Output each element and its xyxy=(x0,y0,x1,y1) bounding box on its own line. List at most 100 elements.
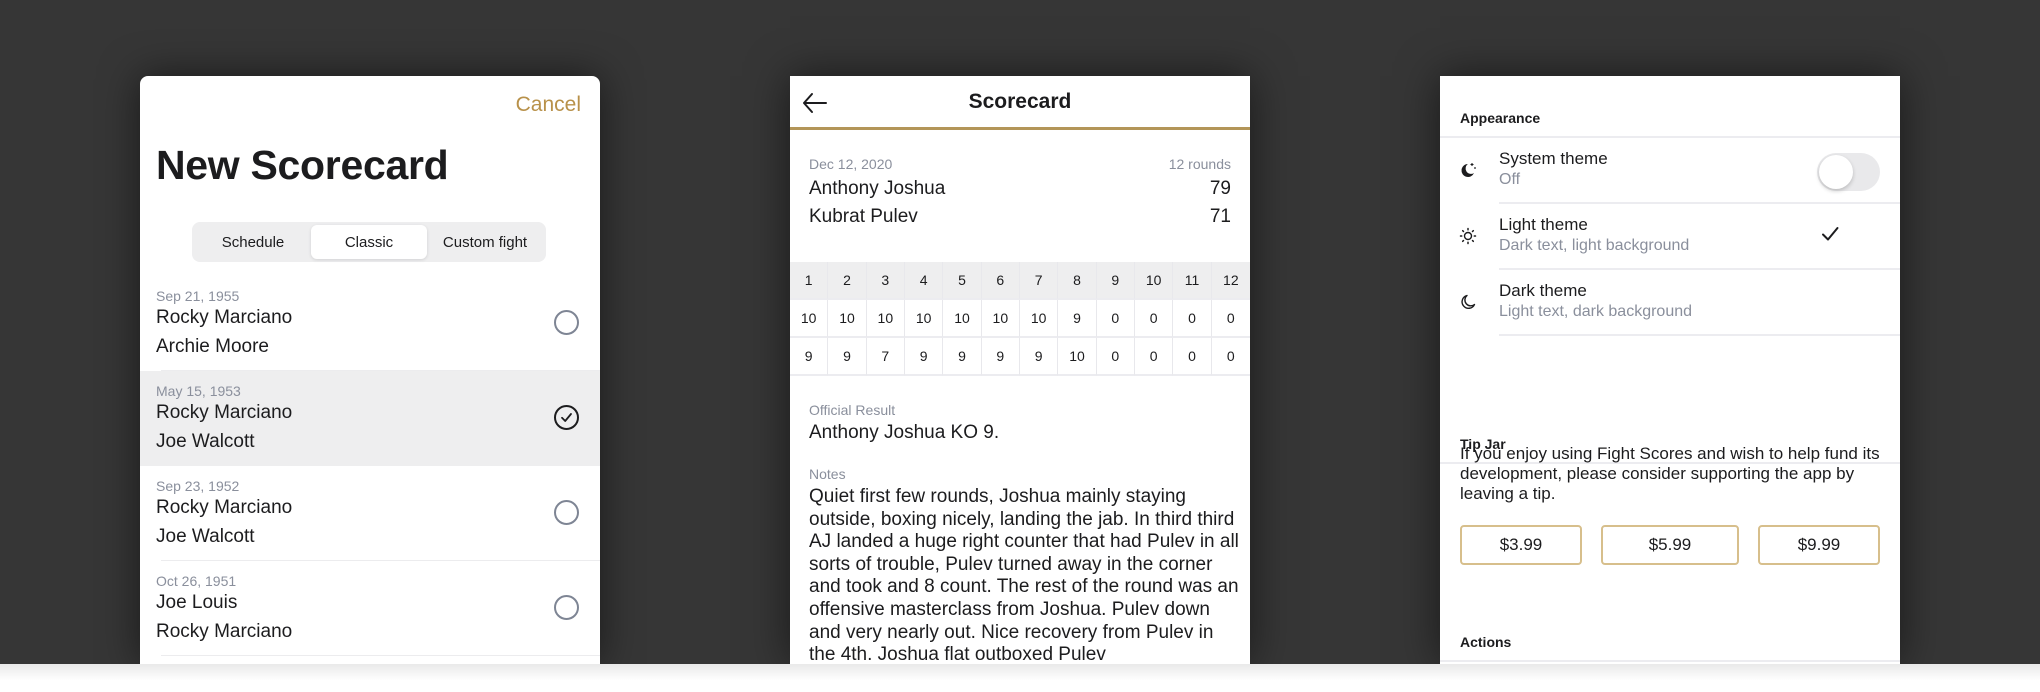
fighter-a: Rocky Marciano xyxy=(156,497,293,518)
tip-button-small[interactable]: $3.99 xyxy=(1460,525,1582,565)
appearance-header-label: Appearance xyxy=(1460,110,1541,126)
page-title: New Scorecard xyxy=(156,142,449,188)
round-number-cell: 4 xyxy=(904,262,944,300)
fighter-b: Joe Walcott xyxy=(156,431,255,452)
setting-title: System theme xyxy=(1499,149,1608,168)
rounds-count: 12 rounds xyxy=(1168,156,1231,172)
round-number-cell: 3 xyxy=(866,262,905,300)
fighter-2-round-score[interactable]: 7 xyxy=(866,338,905,376)
sun-icon xyxy=(1459,227,1477,245)
radio-unselected-icon[interactable] xyxy=(554,500,579,525)
fight-date: Dec 12, 2020 xyxy=(809,156,893,172)
fighter-2-round-score[interactable]: 0 xyxy=(1134,338,1174,376)
actions-header-label: Actions xyxy=(1460,634,1512,650)
round-number-cell: 2 xyxy=(828,262,867,300)
round-number-cell: 9 xyxy=(1096,262,1135,300)
fighter-2-round-score[interactable]: 0 xyxy=(1211,338,1250,376)
radio-checked-icon[interactable] xyxy=(554,405,579,430)
fight-list-item[interactable]: Sep 23, 1952 Rocky Marciano Joe Walcott xyxy=(140,466,600,561)
fighter-2-round-score[interactable]: 9 xyxy=(904,338,944,376)
backdrop: Cancel New Scorecard Schedule Classic Cu… xyxy=(0,0,2040,664)
fighter-b: Archie Moore xyxy=(156,336,269,357)
fighter-2-round-score[interactable]: 9 xyxy=(943,338,982,376)
appearance-section-header: Appearance xyxy=(1440,76,1900,138)
fight-list-item[interactable]: Oct 26, 1951 Joe Louis Rocky Marciano xyxy=(140,561,600,656)
fighter-2-round-score[interactable]: 9 xyxy=(828,338,867,376)
tip-button-large[interactable]: $9.99 xyxy=(1758,525,1880,565)
fighter-b: Joe Walcott xyxy=(156,526,255,547)
setting-light-theme[interactable]: Light theme Dark text, light background xyxy=(1440,204,1900,270)
toggle-knob xyxy=(1819,155,1853,189)
fight-date: May 15, 1953 xyxy=(156,383,241,399)
round-number-cell: 7 xyxy=(1019,262,1059,300)
fighter-1-name: Anthony Joshua xyxy=(809,178,946,199)
fight-list-item[interactable]: May 15, 1953 Rocky Marciano Joe Walcott xyxy=(140,371,600,466)
round-number-cell: 5 xyxy=(943,262,982,300)
fighter-1-round-score[interactable]: 9 xyxy=(1058,300,1097,338)
segment-custom-fight[interactable]: Custom fight xyxy=(427,225,543,259)
fighter-1-round-score[interactable]: 0 xyxy=(1096,300,1135,338)
fighter-a: Rocky Marciano xyxy=(156,307,293,328)
fighter-2-round-score[interactable]: 9 xyxy=(1019,338,1059,376)
fighter-1-round-score[interactable]: 0 xyxy=(1134,300,1174,338)
notes-label: Notes xyxy=(809,466,846,482)
fighter-1-round-score[interactable]: 0 xyxy=(1211,300,1250,338)
cancel-button[interactable]: Cancel xyxy=(516,93,581,117)
fighter-1-round-score[interactable]: 10 xyxy=(981,300,1020,338)
fighter-2-round-score[interactable]: 9 xyxy=(790,338,829,376)
fighter-1-round-score[interactable]: 10 xyxy=(943,300,982,338)
tip-jar-description: If you enjoy using Fight Scores and wish… xyxy=(1460,444,1880,503)
round-number-cell: 10 xyxy=(1134,262,1174,300)
fighter-b: Rocky Marciano xyxy=(156,621,293,642)
setting-subtitle: Dark text, light background xyxy=(1499,237,1690,254)
fighter-1-total: 79 xyxy=(1209,178,1231,199)
radio-unselected-icon[interactable] xyxy=(554,595,579,620)
official-result: Anthony Joshua KO 9. xyxy=(809,422,1000,443)
fighter-2-total: 71 xyxy=(1209,206,1231,227)
system-theme-toggle[interactable] xyxy=(1817,153,1880,191)
setting-title: Light theme xyxy=(1499,215,1588,234)
fight-date: Oct 26, 1951 xyxy=(156,573,237,589)
bottom-margin xyxy=(0,664,2040,692)
scorecard-detail: Scorecard Dec 12, 2020 12 rounds Anthony… xyxy=(790,76,1250,664)
moon-icon xyxy=(1461,294,1476,309)
actions-section-header: Actions xyxy=(1440,614,1900,662)
setting-title: Dark theme xyxy=(1499,281,1587,300)
segment-classic[interactable]: Classic xyxy=(311,225,427,259)
nav-bar: Scorecard xyxy=(790,76,1250,130)
setting-system-theme[interactable]: System theme Off xyxy=(1440,138,1900,204)
fighter-2-name: Kubrat Pulev xyxy=(809,206,918,227)
setting-dark-theme[interactable]: Dark theme Light text, dark background xyxy=(1440,270,1900,336)
fighter-2-round-score[interactable]: 0 xyxy=(1173,338,1212,376)
fight-date: Sep 23, 1952 xyxy=(156,478,240,494)
checkmark-icon xyxy=(1822,227,1839,241)
classic-fight-list: Sep 21, 1955 Rocky Marciano Archie Moore… xyxy=(140,276,600,656)
fighter-2-round-score[interactable]: 10 xyxy=(1058,338,1097,376)
round-score-grid: 1 2 3 4 5 6 7 8 9 10 11 12 10 10 10 10 10 10 10 9 0 0 0 0 9 9 7 9 9 9… xyxy=(790,262,1250,376)
fighter-1-round-score[interactable]: 0 xyxy=(1173,300,1212,338)
round-number-cell: 6 xyxy=(981,262,1020,300)
notes-text[interactable]: Quiet first few rounds, Joshua mainly st… xyxy=(809,486,1239,664)
nav-title: Scorecard xyxy=(968,90,1072,113)
fighter-1-round-score[interactable]: 10 xyxy=(1019,300,1059,338)
tip-button-medium[interactable]: $5.99 xyxy=(1601,525,1739,565)
moon-stars-icon xyxy=(1461,163,1476,177)
source-segmented-control: Schedule Classic Custom fight xyxy=(192,222,546,262)
radio-unselected-icon[interactable] xyxy=(554,310,579,335)
fighter-2-round-score[interactable]: 0 xyxy=(1096,338,1135,376)
settings-panel: Appearance System theme Off Light theme … xyxy=(1440,76,1900,664)
fighter-1-round-score[interactable]: 10 xyxy=(904,300,944,338)
fight-list-item[interactable]: Sep 21, 1955 Rocky Marciano Archie Moore xyxy=(140,276,600,371)
new-scorecard-sheet: Cancel New Scorecard Schedule Classic Cu… xyxy=(140,76,600,664)
round-number-cell: 8 xyxy=(1058,262,1097,300)
fighter-a: Rocky Marciano xyxy=(156,402,293,423)
fighter-1-round-score[interactable]: 10 xyxy=(790,300,829,338)
fighter-1-round-score[interactable]: 10 xyxy=(866,300,905,338)
setting-subtitle: Light text, dark background xyxy=(1499,303,1693,320)
fighter-2-round-score[interactable]: 9 xyxy=(981,338,1020,376)
segment-schedule[interactable]: Schedule xyxy=(195,225,311,259)
official-result-label: Official Result xyxy=(809,402,896,418)
fight-date: Sep 21, 1955 xyxy=(156,288,240,304)
round-number-cell: 1 xyxy=(790,262,829,300)
fighter-1-round-score[interactable]: 10 xyxy=(828,300,867,338)
